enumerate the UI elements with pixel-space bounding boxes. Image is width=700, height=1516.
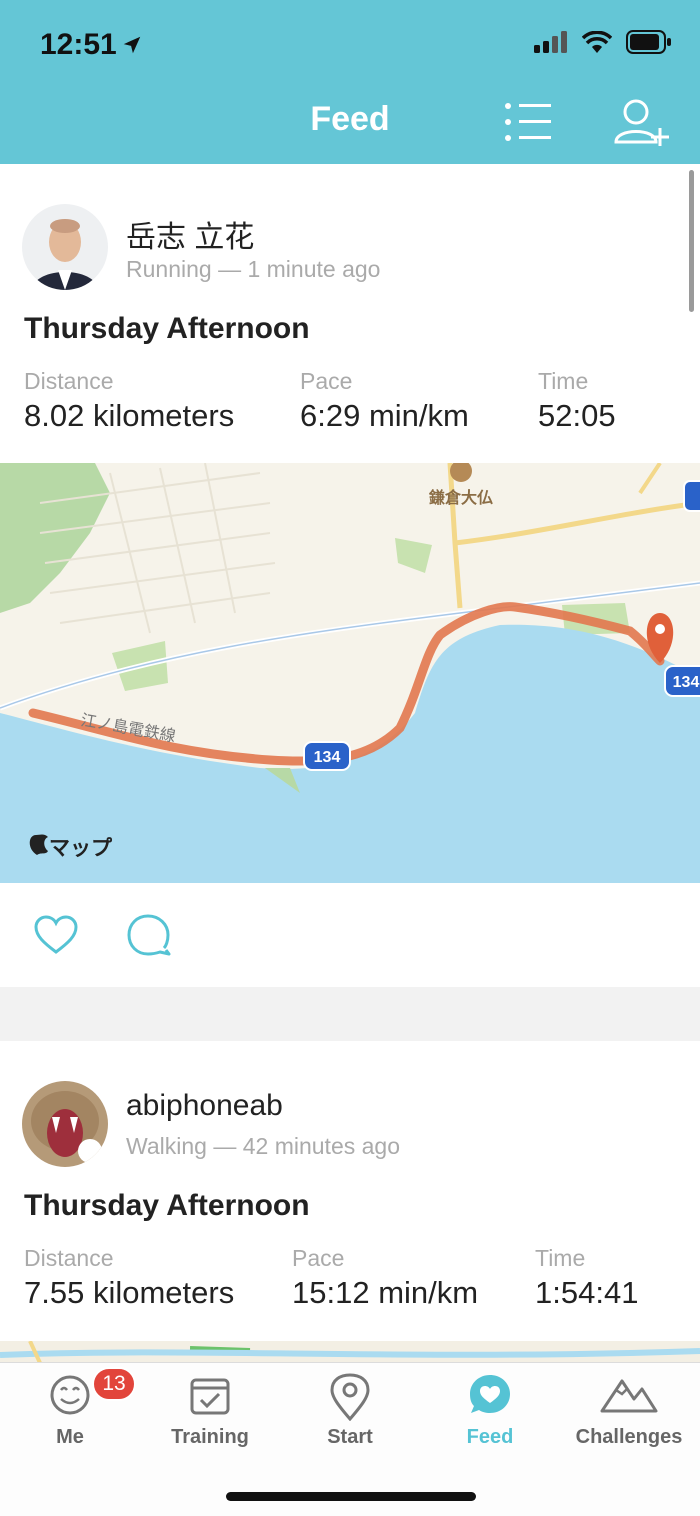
route-shield-label: 134: [673, 674, 700, 691]
home-indicator[interactable]: [226, 1492, 476, 1501]
pace-value: 6:29 min/km: [300, 398, 469, 433]
time-label: Time: [538, 368, 589, 394]
distance-label: Distance: [24, 1245, 114, 1271]
route-map[interactable]: [0, 1341, 700, 1363]
avatar[interactable]: [22, 1081, 108, 1167]
mountain-icon: [600, 1379, 658, 1413]
activity-title: Thursday Afternoon: [24, 312, 310, 345]
tab-challenges[interactable]: Challenges: [559, 1373, 699, 1449]
wifi-icon: [582, 31, 612, 53]
pace-value: 15:12 min/km: [292, 1275, 479, 1310]
heart-bubble-icon: [470, 1375, 510, 1413]
route-shield-label: 134: [314, 749, 341, 766]
username[interactable]: abiphoneab: [126, 1089, 283, 1123]
pace-label: Pace: [292, 1245, 345, 1271]
tab-feed[interactable]: Feed: [420, 1373, 560, 1449]
activity-actions: [0, 883, 700, 987]
tab-label: Start: [327, 1426, 373, 1448]
activity-title: Thursday Afternoon: [24, 1189, 310, 1222]
time-label: Time: [535, 1245, 586, 1271]
add-friend-icon[interactable]: [614, 98, 670, 148]
like-heart-icon[interactable]: [34, 915, 78, 955]
username[interactable]: 岳志 立花: [126, 212, 254, 256]
route-map[interactable]: 134 134 鎌倉大仏 江ノ島電鉄線 マップ: [0, 463, 700, 883]
comment-bubble-icon[interactable]: [126, 914, 172, 956]
activity-subline: Walking — 42 minutes ago: [126, 1133, 401, 1159]
avatar[interactable]: [22, 204, 108, 290]
location-arrow-icon: [123, 36, 140, 54]
status-icons: [534, 30, 672, 54]
pace-label: Pace: [300, 368, 353, 394]
battery-icon: [626, 30, 671, 54]
tab-start[interactable]: Start: [280, 1373, 420, 1449]
map-attribution: マップ: [49, 837, 113, 860]
smiley-icon: [50, 1375, 90, 1415]
status-time: 12:51: [40, 28, 143, 62]
tab-training[interactable]: Training: [140, 1373, 280, 1449]
checklist-icon: [190, 1378, 230, 1415]
location-pin-icon: [330, 1373, 370, 1422]
clock: 12:51: [40, 28, 117, 61]
activity-card[interactable]: 岳志 立花 Running — 1 minute ago Thursday Af…: [0, 164, 700, 463]
distance-value: 8.02 kilometers: [24, 398, 235, 433]
app-header: 12:51 Feed: [0, 0, 700, 164]
notification-badge: 13: [92, 1367, 136, 1401]
page-title: Feed: [310, 100, 390, 138]
activity-subline: Running — 1 minute ago: [126, 256, 381, 282]
time-value: 1:54:41: [535, 1275, 639, 1310]
landmark-label: 鎌倉大仏: [428, 488, 493, 507]
tab-label: Feed: [466, 1426, 514, 1448]
list-menu-icon[interactable]: [503, 98, 553, 146]
tab-label: Training: [171, 1426, 249, 1448]
tab-label: Me: [56, 1426, 84, 1448]
time-value: 52:05: [538, 398, 616, 433]
distance-label: Distance: [24, 368, 114, 394]
distance-value: 7.55 kilometers: [24, 1275, 235, 1310]
activity-card[interactable]: abiphoneab Walking — 42 minutes ago Thur…: [0, 1041, 700, 1341]
tab-label: Challenges: [575, 1426, 683, 1448]
cellular-signal-icon: [534, 31, 567, 53]
scroll-indicator[interactable]: [689, 170, 694, 312]
